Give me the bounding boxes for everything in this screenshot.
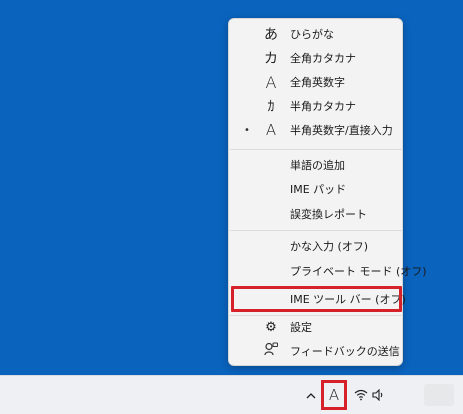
wifi-icon[interactable]	[353, 386, 369, 404]
volume-icon[interactable]	[371, 386, 387, 404]
feedback-icon	[263, 342, 279, 360]
menu-item-label: 半角カタカナ	[290, 100, 356, 113]
menu-item-halfwidth-alphanumeric[interactable]: • A 半角英数字/直接入力	[235, 118, 398, 142]
menu-item-label: ひらがな	[290, 28, 334, 41]
menu-item-halfwidth-katakana[interactable]: ｶ 半角カタカナ	[235, 94, 398, 118]
menu-item-ime-pad[interactable]: IME パッド	[235, 177, 398, 201]
gear-icon: ⚙	[265, 319, 277, 335]
menu-item-private-mode[interactable]: プライベート モード (オフ)	[235, 259, 427, 283]
menu-item-feedback[interactable]: フィードバックの送信	[235, 339, 400, 363]
taskbar: A	[0, 375, 463, 414]
katakana-icon: カ	[264, 51, 278, 67]
menu-separator	[230, 149, 403, 150]
menu-item-kana-input[interactable]: かな入力 (オフ)	[235, 234, 398, 258]
menu-item-label: フィードバックの送信	[290, 345, 400, 358]
menu-item-label: 誤変換レポート	[290, 208, 367, 221]
halfwidth-katakana-icon: ｶ	[267, 99, 275, 115]
menu-item-label: 全角カタカナ	[290, 52, 356, 65]
menu-item-label: 設定	[290, 321, 312, 334]
ime-indicator-button[interactable]: A	[321, 380, 347, 410]
hiragana-icon: あ	[264, 27, 278, 43]
menu-item-conversion-report[interactable]: 誤変換レポート	[235, 202, 398, 226]
chevron-up-icon[interactable]	[302, 386, 320, 404]
menu-item-label: 半角英数字/直接入力	[290, 124, 393, 137]
menu-item-settings[interactable]: ⚙ 設定	[235, 315, 398, 339]
fullwidth-alpha-icon: A	[265, 72, 277, 92]
menu-item-fullwidth-katakana[interactable]: カ 全角カタカナ	[235, 46, 398, 70]
menu-item-hiragana[interactable]: あ ひらがな	[235, 22, 398, 46]
clock-area[interactable]	[424, 384, 454, 406]
ime-context-menu: あ ひらがな カ 全角カタカナ A 全角英数字 ｶ 半角カタカナ • A 半角英…	[228, 18, 427, 366]
menu-separator	[230, 230, 403, 231]
selected-bullet: •	[244, 124, 250, 136]
halfwidth-alpha-icon: A	[265, 121, 277, 139]
menu-item-label: かな入力 (オフ)	[290, 240, 369, 253]
menu-item-add-word[interactable]: 単語の追加	[235, 153, 398, 177]
menu-item-label: プライベート モード (オフ)	[290, 265, 427, 278]
ime-mode-label: A	[328, 386, 340, 404]
menu-item-fullwidth-alphanumeric[interactable]: A 全角英数字	[235, 70, 398, 94]
ime-toolbar-highlight-box	[231, 286, 402, 312]
menu-item-label: 全角英数字	[290, 76, 345, 89]
menu-item-label: IME パッド	[290, 183, 347, 196]
menu-item-label: 単語の追加	[290, 159, 345, 172]
